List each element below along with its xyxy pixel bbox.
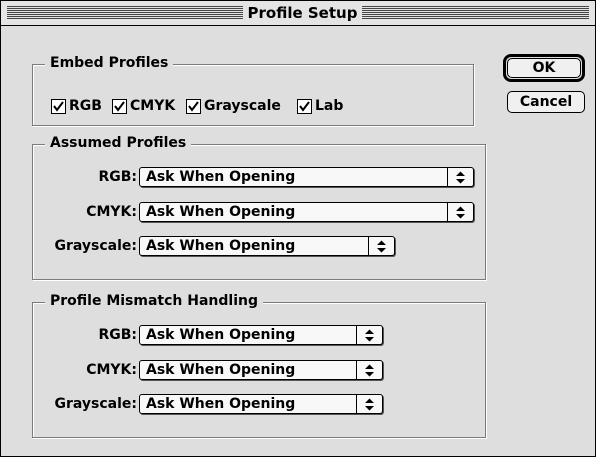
mismatch-grayscale-value: Ask When Opening: [146, 396, 296, 412]
embed-rgb-label: RGB: [69, 98, 102, 114]
title-bar[interactable]: Profile Setup: [1, 1, 595, 26]
embed-cmyk-checkbox[interactable]: CMYK: [112, 97, 175, 115]
embed-grayscale-label: Grayscale: [204, 98, 281, 114]
embed-profiles-title: Embed Profiles: [45, 55, 174, 71]
assumed-cmyk-popup[interactable]: Ask When Opening: [139, 202, 474, 222]
embed-profiles-group: Embed Profiles RGB CMYK Grayscale Lab: [32, 55, 474, 126]
mismatch-cmyk-label: CMYK:: [86, 362, 137, 378]
mismatch-cmyk-popup[interactable]: Ask When Opening: [139, 360, 383, 380]
checkbox-box[interactable]: [51, 98, 66, 114]
embed-lab-checkbox[interactable]: Lab: [297, 97, 343, 115]
assumed-rgb-value: Ask When Opening: [146, 169, 296, 185]
dialog-title: Profile Setup: [243, 4, 362, 22]
assumed-grayscale-label: Grayscale:: [54, 238, 137, 254]
checkbox-box[interactable]: [186, 98, 201, 114]
assumed-grayscale-popup[interactable]: Ask When Opening: [139, 236, 395, 256]
assumed-cmyk-label: CMYK:: [86, 204, 137, 220]
assumed-cmyk-value: Ask When Opening: [146, 204, 296, 220]
cancel-button[interactable]: Cancel: [507, 91, 585, 113]
embed-lab-label: Lab: [315, 98, 344, 114]
mismatch-grayscale-popup[interactable]: Ask When Opening: [139, 394, 383, 414]
title-bar-stripes-right: [362, 6, 589, 19]
popup-arrows-icon: [447, 168, 473, 186]
checkbox-box[interactable]: [297, 98, 312, 114]
checkbox-box[interactable]: [112, 98, 127, 114]
popup-arrows-icon: [447, 203, 473, 221]
check-icon: [299, 100, 310, 112]
assumed-grayscale-value: Ask When Opening: [146, 238, 296, 254]
mismatch-rgb-label: RGB:: [98, 327, 137, 343]
profile-setup-dialog: Profile Setup Embed Profiles RGB CMYK Gr…: [0, 0, 596, 457]
mismatch-rgb-popup[interactable]: Ask When Opening: [139, 325, 383, 345]
profile-mismatch-title: Profile Mismatch Handling: [45, 293, 263, 309]
profile-mismatch-group: Profile Mismatch Handling RGB: Ask When …: [32, 293, 486, 438]
assumed-rgb-label: RGB:: [98, 169, 137, 185]
embed-grayscale-checkbox[interactable]: Grayscale: [186, 97, 281, 115]
title-bar-stripes-left: [7, 6, 243, 19]
check-icon: [53, 100, 64, 112]
assumed-rgb-popup[interactable]: Ask When Opening: [139, 167, 474, 187]
check-icon: [114, 100, 125, 112]
mismatch-cmyk-value: Ask When Opening: [146, 362, 296, 378]
popup-arrows-icon: [356, 361, 382, 379]
assumed-profiles-title: Assumed Profiles: [45, 135, 192, 151]
ok-button[interactable]: OK: [507, 58, 581, 78]
mismatch-rgb-value: Ask When Opening: [146, 327, 296, 343]
popup-arrows-icon: [368, 237, 394, 255]
check-icon: [188, 100, 199, 112]
embed-rgb-checkbox[interactable]: RGB: [51, 97, 102, 115]
embed-cmyk-label: CMYK: [130, 98, 176, 114]
popup-arrows-icon: [356, 326, 382, 344]
popup-arrows-icon: [356, 395, 382, 413]
mismatch-grayscale-label: Grayscale:: [54, 396, 137, 412]
assumed-profiles-group: Assumed Profiles RGB: Ask When Opening C…: [32, 135, 486, 280]
